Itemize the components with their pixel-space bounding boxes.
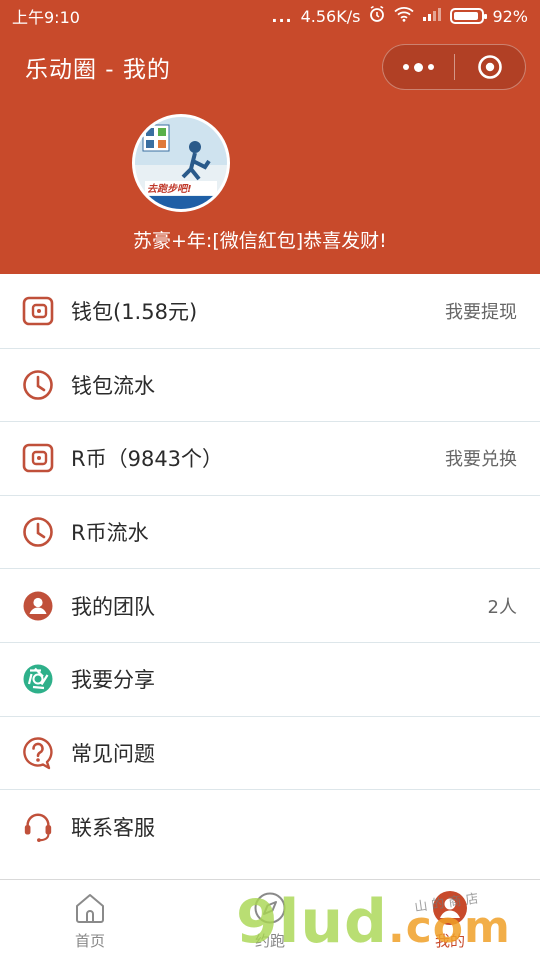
menu-item-faq[interactable]: 常见问题 bbox=[0, 717, 540, 791]
screen: 上午9:10 ... 4.56K/s 92% 乐动圈 - 我的 去跑步吧! 苏豪… bbox=[0, 0, 540, 960]
wallet-icon bbox=[22, 295, 54, 327]
menu-item-rcoin-history[interactable]: R币流水 bbox=[0, 496, 540, 570]
status-dots: ... bbox=[271, 6, 293, 26]
person-icon bbox=[22, 590, 54, 622]
menu-item-wallet-history[interactable]: 钱包流水 bbox=[0, 349, 540, 423]
tab-label: 首页 bbox=[74, 932, 105, 950]
more-dots-icon[interactable] bbox=[383, 45, 454, 89]
tab-label: 我的 bbox=[434, 932, 465, 950]
home-icon bbox=[72, 890, 108, 926]
menu-item-label: 我的团队 bbox=[71, 594, 155, 619]
menu-item-label: R币（9843个） bbox=[71, 447, 224, 472]
page-title: 乐动圈 - 我的 bbox=[25, 57, 171, 83]
network-speed: 4.56K/s bbox=[300, 6, 361, 26]
menu-item-label: R币流水 bbox=[71, 521, 149, 546]
share-aperture-icon bbox=[22, 663, 54, 695]
team-count: 2人 bbox=[487, 596, 517, 618]
status-icons: ... 4.56K/s 92% bbox=[271, 5, 528, 27]
wifi-icon bbox=[394, 6, 415, 26]
menu-item-label: 常见问题 bbox=[71, 741, 155, 766]
mini-program-capsule bbox=[382, 44, 526, 90]
menu-item-label: 钱包(1.58元) bbox=[71, 300, 198, 325]
compass-icon bbox=[252, 890, 288, 926]
menu-item-share[interactable]: 我要分享 bbox=[0, 643, 540, 717]
menu-item-wallet[interactable]: 钱包(1.58元) 我要提现 bbox=[0, 275, 540, 349]
tab-home[interactable]: 首页 bbox=[0, 880, 180, 960]
question-icon bbox=[22, 737, 54, 770]
tab-label: 约跑 bbox=[254, 932, 285, 950]
exchange-link[interactable]: 我要兑换 bbox=[445, 445, 517, 471]
tab-run[interactable]: 约跑 bbox=[180, 880, 360, 960]
menu-item-label: 钱包流水 bbox=[71, 373, 155, 398]
menu-item-label: 联系客服 bbox=[71, 815, 155, 840]
menu-item-label: 我要分享 bbox=[71, 668, 155, 693]
nav-bar: 乐动圈 - 我的 bbox=[0, 32, 540, 102]
withdraw-link[interactable]: 我要提现 bbox=[445, 298, 517, 324]
tab-bar: 首页 约跑 我的 bbox=[0, 879, 540, 960]
status-time: 上午9:10 bbox=[12, 8, 80, 27]
avatar[interactable]: 去跑步吧! bbox=[132, 114, 230, 212]
alarm-icon bbox=[368, 5, 386, 27]
clock-icon bbox=[22, 516, 54, 548]
welcome-message: 苏豪+年:[微信紅包]恭喜发财! bbox=[133, 230, 387, 252]
menu-item-team[interactable]: 我的团队 2人 bbox=[0, 569, 540, 643]
menu-list: 钱包(1.58元) 我要提现 钱包流水 R币（9843个） 我要兑换 R币流水 bbox=[0, 275, 540, 864]
menu-item-support[interactable]: 联系客服 bbox=[0, 790, 540, 864]
avatar-icon bbox=[432, 890, 468, 926]
clock-icon bbox=[22, 369, 54, 401]
battery-percent: 92% bbox=[492, 6, 528, 26]
signal-icon bbox=[422, 6, 442, 26]
profile-header: 去跑步吧! 苏豪+年:[微信紅包]恭喜发财! bbox=[0, 102, 540, 274]
battery-icon bbox=[450, 8, 488, 24]
avatar-caption: 去跑步吧! bbox=[147, 184, 192, 195]
headset-icon bbox=[22, 811, 54, 843]
wallet-icon bbox=[22, 442, 54, 474]
menu-item-rcoin[interactable]: R币（9843个） 我要兑换 bbox=[0, 422, 540, 496]
status-bar: 上午9:10 ... 4.56K/s 92% bbox=[0, 0, 540, 32]
tab-mine[interactable]: 我的 bbox=[360, 880, 540, 960]
target-circle-icon[interactable] bbox=[455, 45, 526, 89]
